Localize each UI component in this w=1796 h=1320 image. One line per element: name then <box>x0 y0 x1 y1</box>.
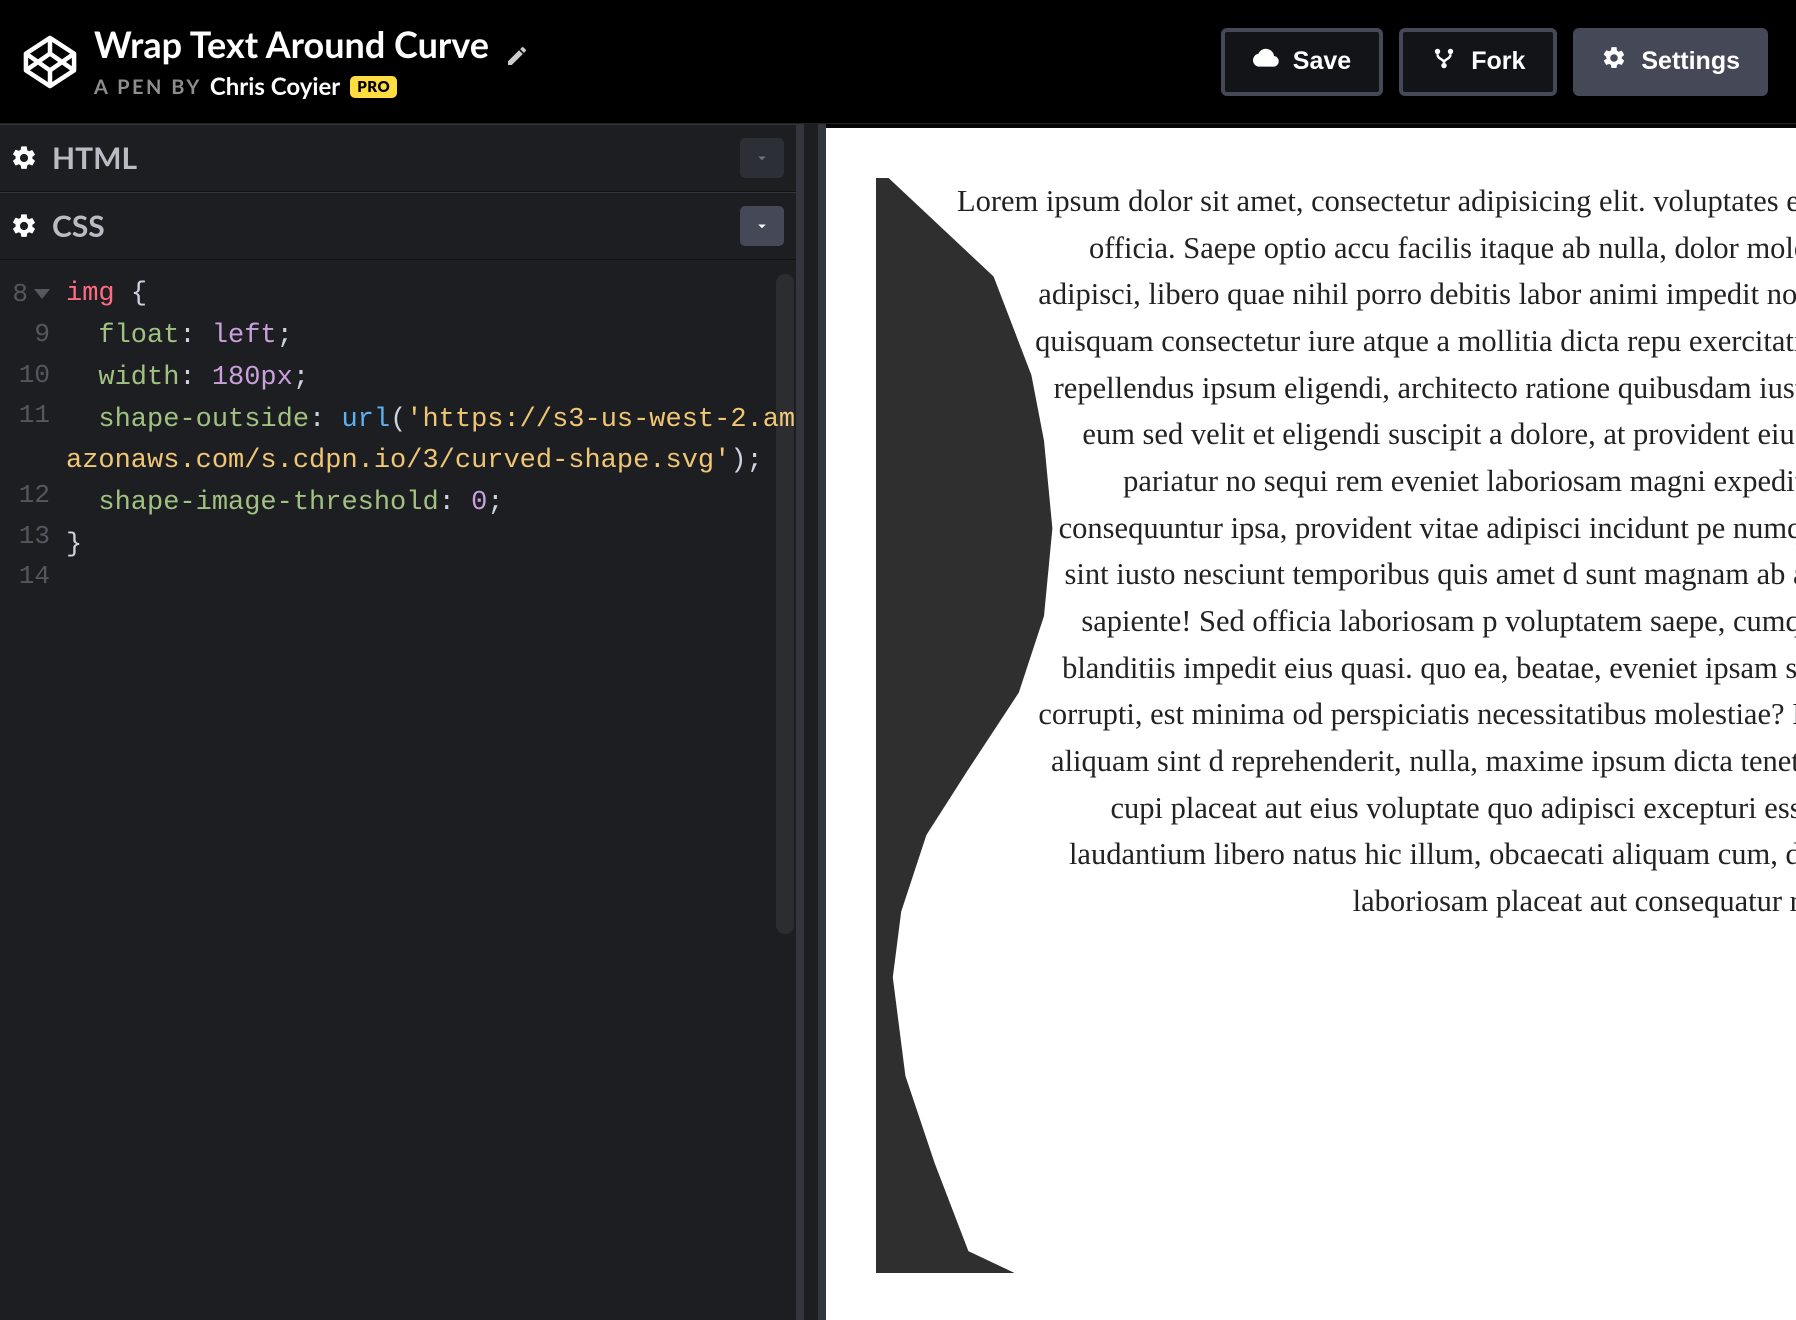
line-number: 9 <box>0 314 50 354</box>
edit-icon[interactable] <box>505 32 529 56</box>
fork-label: Fork <box>1471 47 1525 76</box>
collapse-toggle-html[interactable] <box>740 138 784 178</box>
pen-title: Wrap Text Around Curve <box>94 22 489 66</box>
fork-button[interactable]: Fork <box>1399 28 1557 96</box>
gear-icon[interactable] <box>10 144 38 172</box>
line-number: 12 <box>0 475 50 515</box>
css-editor[interactable]: 891011 121314 img { float: left; width: … <box>0 260 796 1320</box>
code-line[interactable]: width: 180px; <box>66 358 796 400</box>
byline: A PEN BY Chris Coyier PRO <box>94 72 1221 101</box>
line-number: 11 <box>0 395 50 435</box>
line-number: 13 <box>0 516 50 556</box>
cloud-icon <box>1253 45 1279 78</box>
collapse-toggle-css[interactable] <box>740 206 784 246</box>
gear-icon[interactable] <box>10 212 38 240</box>
rendered-page: Lorem ipsum dolor sit amet, consectetur … <box>826 128 1796 1320</box>
panel-title-html: HTML <box>52 140 137 176</box>
code-line[interactable]: shape-image-threshold: 0; <box>66 483 796 525</box>
byline-prefix: A PEN BY <box>94 75 202 99</box>
codepen-logo-icon <box>22 34 78 90</box>
code-body[interactable]: img { float: left; width: 180px; shape-o… <box>62 260 796 1320</box>
gear-icon <box>1601 45 1627 78</box>
app-header: Wrap Text Around Curve A PEN BY Chris Co… <box>0 0 1796 124</box>
line-number: 8 <box>0 274 50 314</box>
save-button[interactable]: Save <box>1221 28 1383 96</box>
editor-scrollbar[interactable] <box>776 274 794 934</box>
pro-badge: PRO <box>350 76 397 98</box>
fork-icon <box>1431 45 1457 78</box>
main-split: HTML CSS 891011 121314 img { float: left… <box>0 124 1796 1320</box>
code-line[interactable] <box>66 567 796 609</box>
panel-head-html: HTML <box>0 124 796 192</box>
column-splitter[interactable] <box>796 124 826 1320</box>
line-number: 10 <box>0 355 50 395</box>
panel-title-css: CSS <box>52 208 105 244</box>
line-number: 14 <box>0 556 50 596</box>
title-block: Wrap Text Around Curve A PEN BY Chris Co… <box>94 22 1221 101</box>
author-link[interactable]: Chris Coyier <box>210 72 340 101</box>
code-line[interactable]: img { <box>66 274 796 316</box>
preview-pane: Lorem ipsum dolor sit amet, consectetur … <box>826 124 1796 1320</box>
code-line[interactable]: float: left; <box>66 316 796 358</box>
line-gutter: 891011 121314 <box>0 260 62 1320</box>
save-label: Save <box>1293 47 1351 76</box>
header-buttons: Save Fork Settings <box>1221 28 1768 96</box>
code-line[interactable]: shape-outside: url('https://s3-us-west-2… <box>66 400 796 484</box>
settings-label: Settings <box>1641 47 1740 76</box>
panel-head-css: CSS <box>0 192 796 260</box>
code-line[interactable]: } <box>66 525 796 567</box>
pen-title-row: Wrap Text Around Curve <box>94 22 1221 66</box>
settings-button[interactable]: Settings <box>1573 28 1768 96</box>
editors-column: HTML CSS 891011 121314 img { float: left… <box>0 124 796 1320</box>
